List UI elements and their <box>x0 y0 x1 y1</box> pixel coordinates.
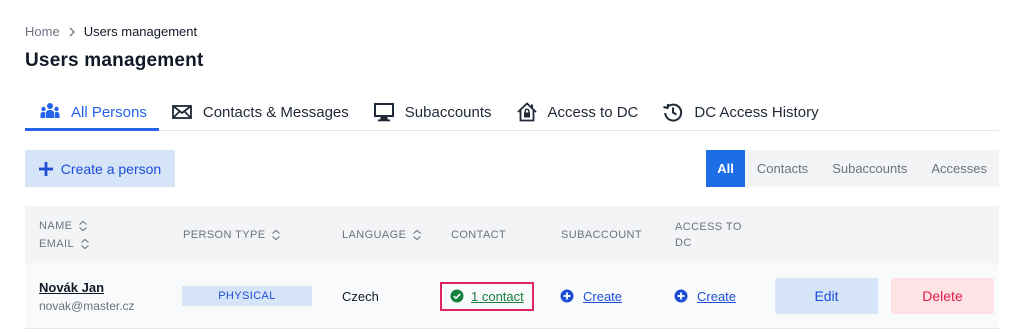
create-access-action[interactable]: Create <box>674 289 736 304</box>
envelope-icon <box>171 101 193 123</box>
name-cell: Novák Jan novak@master.cz <box>39 263 135 329</box>
create-subaccount-action[interactable]: Create <box>560 289 622 304</box>
breadcrumb-current: Users management <box>83 24 198 39</box>
history-icon <box>662 101 684 123</box>
house-lock-icon <box>516 101 538 123</box>
sort-language[interactable]: LANGUAGE <box>342 206 422 263</box>
tab-access-to-dc[interactable]: Access to DC <box>504 94 651 130</box>
header-language: LANGUAGE <box>342 228 407 241</box>
filter-group: All Contacts Subaccounts Accesses <box>706 150 999 187</box>
sort-name[interactable]: NAME <box>39 220 90 232</box>
contact-highlight: 1 contact <box>440 281 534 311</box>
tab-label: Subaccounts <box>404 103 492 121</box>
sort-icon <box>81 238 89 249</box>
sort-icon <box>413 229 422 240</box>
tab-label: Access to DC <box>547 103 639 121</box>
users-table: NAME EMAIL PERSON TYPE LANGUAGE CONTACT … <box>25 206 999 329</box>
person-type-badge: PHYSICAL <box>182 286 312 306</box>
sort-icon <box>79 220 88 231</box>
create-subaccount-link[interactable]: Create <box>583 289 622 304</box>
header-name: NAME <box>39 219 73 232</box>
tab-dc-access-history[interactable]: DC Access History <box>650 94 830 130</box>
tabs-bar: All Persons Contacts & Messages Subaccou… <box>25 94 999 131</box>
header-access-line1: ACCESS TO <box>675 220 742 233</box>
monitor-icon <box>373 101 395 123</box>
filter-contacts[interactable]: Contacts <box>745 150 820 187</box>
tab-label: DC Access History <box>694 103 819 121</box>
edit-cell: Edit <box>775 263 878 329</box>
delete-button[interactable]: Delete <box>891 278 994 314</box>
language-cell: Czech <box>342 263 379 329</box>
chevron-right-icon <box>66 26 78 38</box>
delete-cell: Delete <box>891 263 994 329</box>
contact-count-link[interactable]: 1 contact <box>471 289 524 304</box>
check-circle-icon <box>450 289 464 303</box>
create-person-label: Create a person <box>60 160 162 177</box>
sort-person-type[interactable]: PERSON TYPE <box>183 206 281 263</box>
filter-all[interactable]: All <box>706 150 745 187</box>
users-icon <box>39 101 61 123</box>
edit-button[interactable]: Edit <box>775 278 878 314</box>
filter-accesses[interactable]: Accesses <box>919 150 999 187</box>
plus-circle-icon <box>560 289 574 303</box>
header-contact: CONTACT <box>451 228 507 241</box>
plus-circle-icon <box>674 289 688 303</box>
tab-label: Contacts & Messages <box>202 103 349 121</box>
create-access-link[interactable]: Create <box>697 289 736 304</box>
person-type-cell: PHYSICAL <box>182 263 312 329</box>
filter-subaccounts[interactable]: Subaccounts <box>820 150 919 187</box>
tab-all-persons[interactable]: All Persons <box>25 94 159 131</box>
tab-contacts-messages[interactable]: Contacts & Messages <box>159 94 361 130</box>
person-email: novak@master.cz <box>39 298 135 313</box>
language-value: Czech <box>342 288 379 304</box>
tab-subaccounts[interactable]: Subaccounts <box>361 94 504 130</box>
header-access-line2: DC <box>675 236 692 249</box>
header-subaccount: SUBACCOUNT <box>561 228 643 241</box>
column-name-email: NAME EMAIL <box>39 206 90 263</box>
page-title: Users management <box>25 50 204 71</box>
contact-cell: 1 contact <box>440 263 534 329</box>
table-row: Novák Jan novak@master.cz PHYSICAL Czech… <box>25 263 999 329</box>
plus-icon <box>38 161 53 176</box>
tab-label: All Persons <box>71 103 147 121</box>
access-cell: Create <box>674 263 736 329</box>
breadcrumb-home-link[interactable]: Home <box>25 24 60 39</box>
header-person-type: PERSON TYPE <box>183 228 266 241</box>
breadcrumb: Home Users management <box>25 24 197 39</box>
sort-icon <box>272 229 281 240</box>
header-email: EMAIL <box>39 237 75 250</box>
person-name-link[interactable]: Novák Jan <box>39 280 104 295</box>
subaccount-cell: Create <box>560 263 622 329</box>
column-access: ACCESS TO DC <box>675 206 742 263</box>
sort-email[interactable]: EMAIL <box>39 238 90 250</box>
create-person-button[interactable]: Create a person <box>25 150 175 187</box>
table-header: NAME EMAIL PERSON TYPE LANGUAGE CONTACT … <box>25 206 999 263</box>
